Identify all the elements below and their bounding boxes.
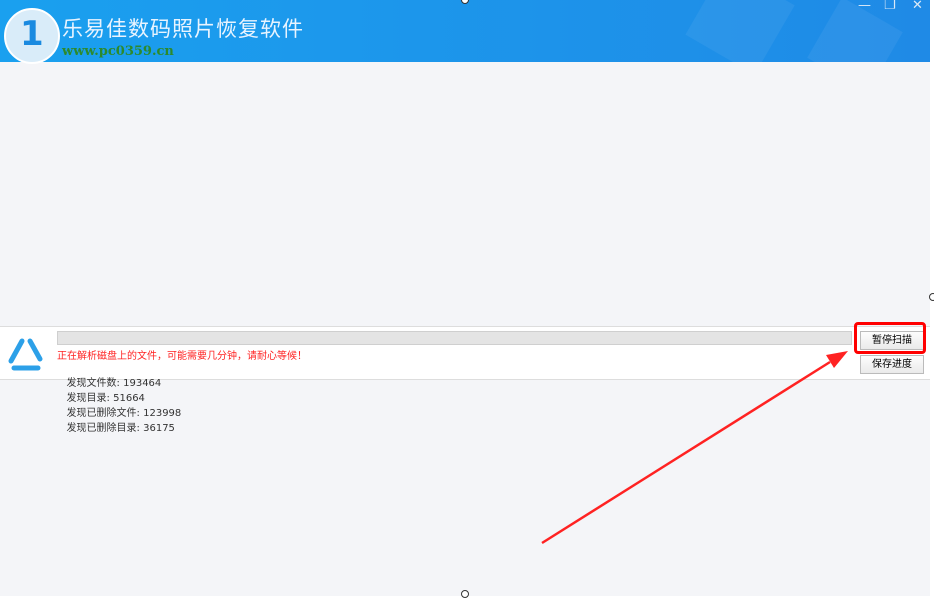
resize-handle[interactable] — [929, 293, 934, 301]
resize-handle[interactable] — [461, 590, 469, 598]
annotation-arrow — [0, 0, 934, 596]
